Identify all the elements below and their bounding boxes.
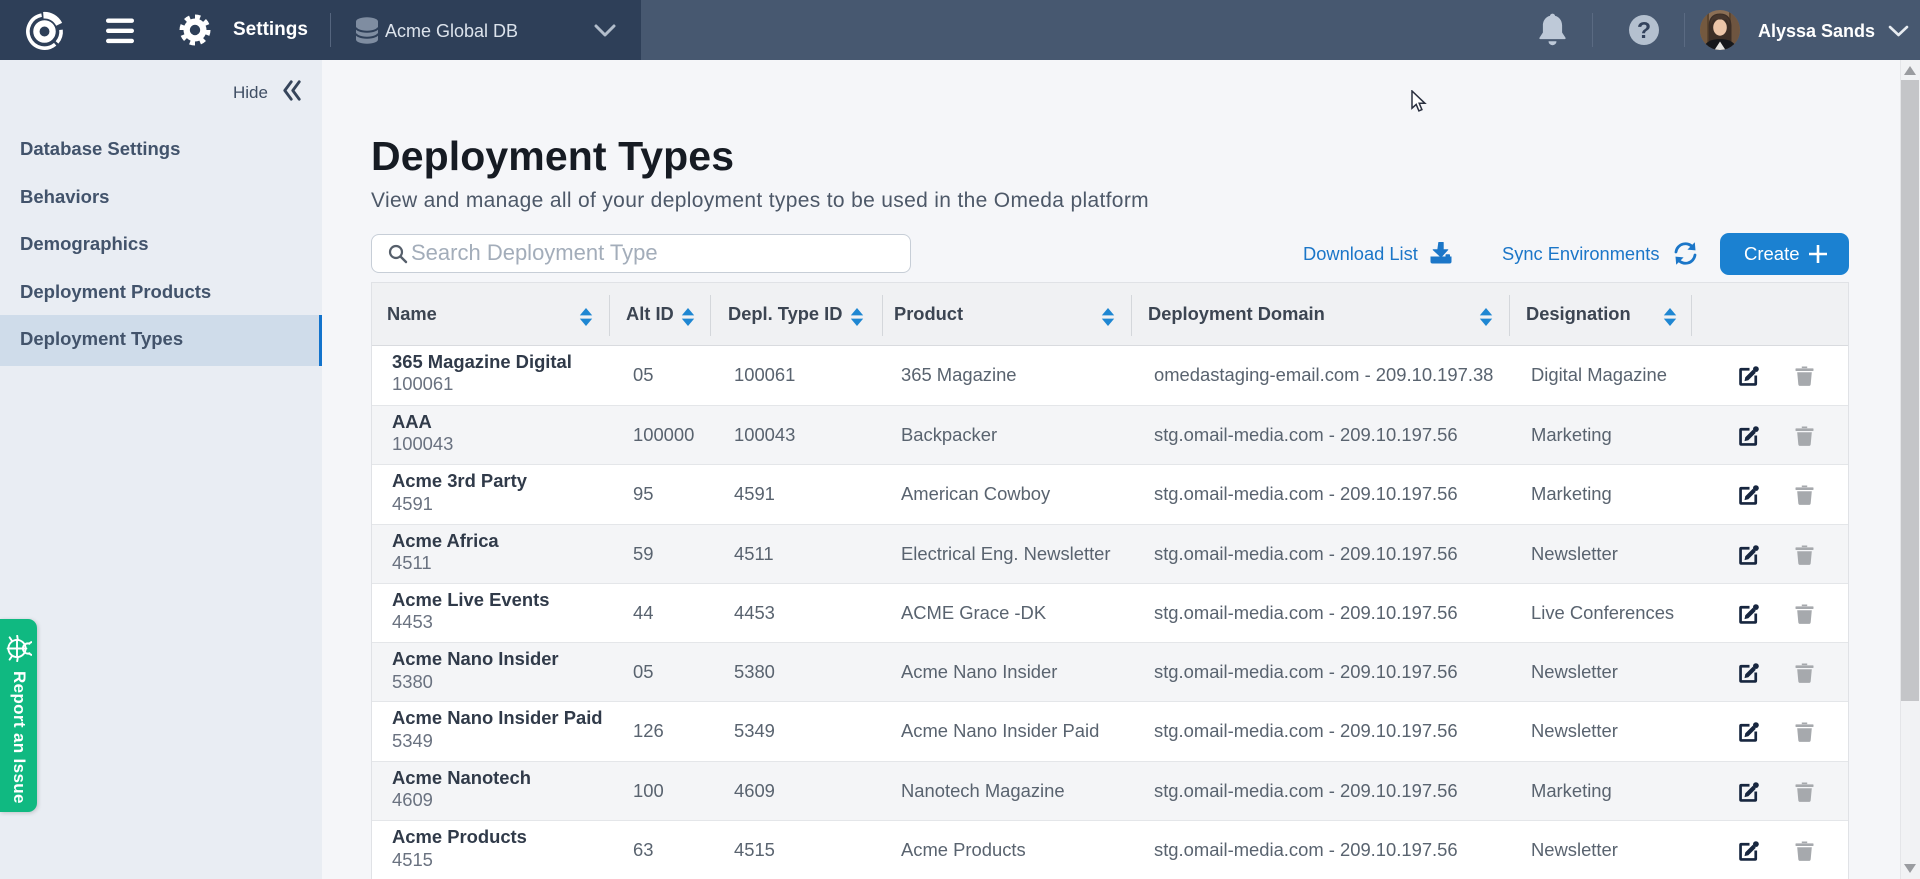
svg-text:?: ?: [1637, 17, 1651, 43]
